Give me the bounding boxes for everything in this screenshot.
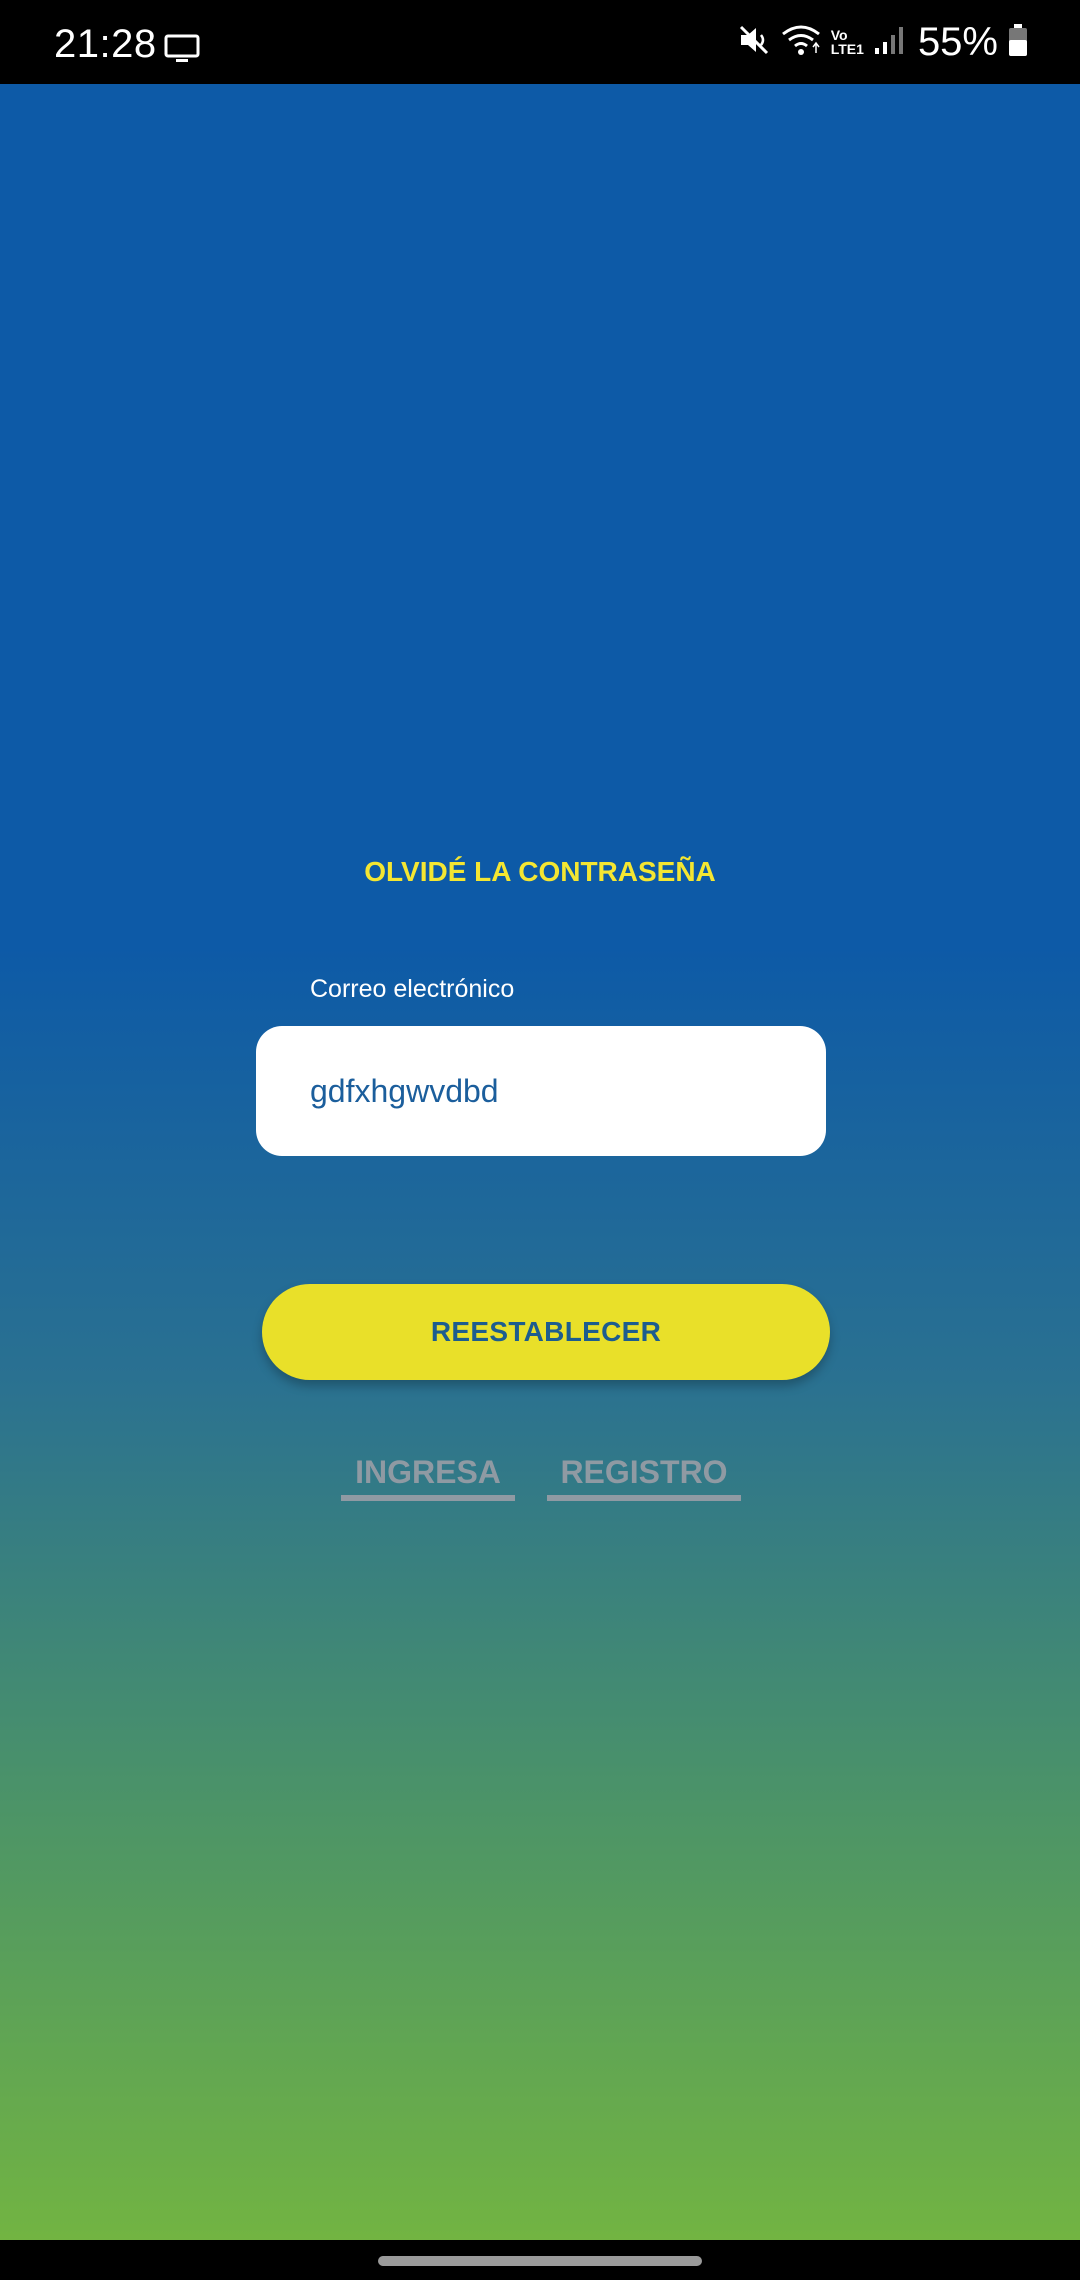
- app-screen: OLVIDÉ LA CONTRASEÑA Correo electrónico …: [0, 84, 1080, 2240]
- email-label: Correo electrónico: [310, 975, 515, 1003]
- home-indicator[interactable]: [378, 2256, 702, 2266]
- mute-icon: [737, 23, 771, 62]
- login-link[interactable]: INGRESA: [341, 1454, 515, 1501]
- email-field[interactable]: [256, 1026, 826, 1156]
- volte-text: Vo: [830, 27, 848, 43]
- reset-button[interactable]: REESTABLECER: [262, 1284, 830, 1380]
- status-icons: Vo LTE1 55%: [727, 18, 1028, 66]
- wifi-icon: [781, 23, 821, 62]
- status-bar: 21:28 Vo LTE1 55%: [0, 0, 1080, 84]
- battery-icon: [1008, 23, 1028, 62]
- volte-indicator: Vo LTE1: [831, 28, 864, 56]
- register-link[interactable]: REGISTRO: [547, 1454, 741, 1501]
- lte-text: LTE1: [830, 41, 864, 57]
- battery-percent: 55%: [917, 19, 998, 64]
- signal-icon: [874, 24, 904, 61]
- status-time: 21:28: [54, 22, 157, 66]
- page-title: OLVIDÉ LA CONTRASEÑA: [364, 856, 716, 887]
- screen-cast-icon: [164, 34, 200, 69]
- navigation-bar: [0, 2240, 1080, 2280]
